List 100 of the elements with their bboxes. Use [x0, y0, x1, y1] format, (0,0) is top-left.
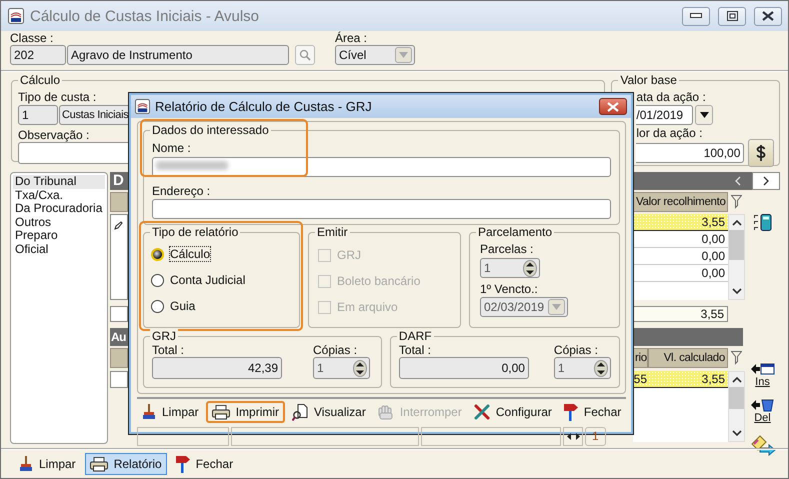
signpost-icon: [564, 404, 578, 420]
toolbar-button[interactable]: Limpar: [137, 401, 204, 423]
app-icon: [8, 8, 24, 24]
grid-title: D: [113, 172, 125, 190]
field-label: Classe :: [10, 32, 54, 44]
toolbar-button[interactable]: Relatório: [84, 453, 167, 475]
spin-arrows-icon: [353, 360, 367, 376]
category-item[interactable]: Da Procuradoria: [13, 202, 105, 216]
table-cell: 3,55: [633, 214, 728, 231]
redacted-name: [156, 161, 228, 170]
arrow-bin-icon: [750, 398, 774, 412]
due-date-dropdown[interactable]: 02/03/2019: [480, 297, 568, 317]
date-field[interactable]: /01/2019: [636, 105, 694, 125]
class-code-field[interactable]: 202: [10, 45, 66, 65]
field-label: lor da ação :: [636, 127, 702, 139]
field-label: ata da ação :: [636, 90, 706, 104]
toolbar-button[interactable]: Configurar: [468, 401, 557, 423]
grid-title: Au: [111, 329, 126, 346]
area-dropdown[interactable]: Cível: [335, 45, 415, 65]
cost-type-name-field[interactable]: Custas Iniciais: [59, 105, 130, 125]
cost-type-code-field[interactable]: 1: [18, 105, 58, 125]
hand-icon: [378, 404, 394, 420]
group-title: Parcelamento: [476, 225, 554, 239]
copies-spinner[interactable]: 1: [554, 357, 611, 379]
currency-button[interactable]: [748, 139, 774, 167]
radio-button[interactable]: [151, 300, 164, 312]
insert-button[interactable]: Ins: [750, 362, 774, 388]
page-arrows[interactable]: [563, 427, 583, 446]
window-title: Cálculo de Custas Iniciais - Avulso: [30, 8, 260, 24]
minimize-icon: [690, 13, 702, 19]
total-field[interactable]: 42,39: [152, 357, 282, 379]
field-label: Parcelas :: [480, 242, 534, 256]
filter-icon[interactable]: [731, 195, 742, 209]
signpost-icon: [176, 456, 190, 472]
tools-icon: [474, 404, 490, 420]
installments-spinner[interactable]: 1: [480, 258, 540, 278]
column-header[interactable]: Vl. calculado: [648, 348, 728, 368]
date-dropdown-button[interactable]: [695, 105, 714, 125]
field-label: Cópias :: [313, 344, 358, 356]
radio-label[interactable]: Guia: [170, 299, 196, 313]
value-field[interactable]: 100,00: [636, 143, 744, 163]
class-name-field[interactable]: Agravo de Instrumento: [67, 45, 289, 65]
export-icon[interactable]: [750, 434, 776, 456]
group-title: Dados do interessado: [150, 123, 271, 137]
scrollbar[interactable]: [728, 371, 745, 442]
toolbar-button[interactable]: Fechar: [558, 401, 626, 423]
group-title: GRJ: [150, 329, 178, 343]
brush-icon: [142, 404, 156, 420]
field-label: Área :: [335, 32, 368, 44]
column-header[interactable]: rio: [633, 348, 648, 368]
search-button[interactable]: [295, 45, 315, 65]
dialog-title: Relatório de Cálculo de Custas - GRJ: [155, 99, 373, 114]
restore-icon: [726, 11, 738, 21]
close-button[interactable]: [599, 98, 627, 115]
name-field[interactable]: [152, 157, 611, 177]
total-field: 3,55: [633, 306, 728, 322]
category-item[interactable]: Oficial: [13, 242, 105, 256]
address-field[interactable]: [152, 199, 611, 219]
group-title: Emitir: [315, 225, 350, 239]
app-icon: [135, 99, 150, 114]
table-cell: 55: [633, 371, 648, 388]
next-button[interactable]: [752, 172, 780, 190]
field-label: 1º Vencto.:: [480, 283, 538, 295]
category-item[interactable]: Do Tribunal: [13, 175, 105, 188]
group-title: Tipo de relatório: [150, 225, 240, 239]
field-label: Endereço :: [152, 185, 210, 197]
group-title: Cálculo: [18, 73, 62, 87]
group-title: Valor base: [618, 73, 679, 87]
search-icon: [299, 49, 311, 61]
radio-label[interactable]: Cálculo: [170, 247, 210, 261]
total-field[interactable]: 0,00: [398, 357, 529, 379]
scrollbar[interactable]: [728, 214, 745, 300]
radio-label[interactable]: Conta Judicial: [170, 273, 246, 287]
toolbar-button[interactable]: Fechar: [170, 453, 238, 475]
group-title: DARF: [396, 329, 434, 343]
observation-field[interactable]: [18, 142, 129, 164]
total-cell: [110, 306, 128, 322]
table-cell: 3,55: [648, 371, 728, 388]
field-label: Total :: [152, 344, 184, 356]
printer-icon: [212, 404, 230, 420]
spin-arrows-icon: [523, 260, 537, 276]
category-item[interactable]: Outros: [13, 216, 105, 229]
toolbar-button[interactable]: Limpar: [14, 453, 81, 475]
delete-button[interactable]: Del: [750, 398, 774, 424]
pencil-icon: [114, 221, 123, 230]
column-header[interactable]: Valor recolhimento: [633, 192, 728, 212]
copies-spinner[interactable]: 1: [313, 357, 370, 379]
toolbar-button[interactable]: Imprimir: [206, 401, 286, 423]
toolbar-button[interactable]: Visualizar: [287, 401, 371, 423]
minimize-button[interactable]: [682, 6, 710, 26]
field-label: Total :: [398, 344, 431, 356]
calculator-icon[interactable]: [754, 214, 772, 232]
field-label: Nome :: [152, 141, 191, 155]
filter-icon[interactable]: [731, 351, 742, 365]
category-item[interactable]: Preparo: [13, 229, 105, 242]
close-button[interactable]: [754, 6, 782, 26]
radio-button[interactable]: [151, 274, 164, 286]
document-magnifier-icon: [292, 404, 308, 420]
category-item[interactable]: Txa/Cxa.: [13, 188, 105, 202]
maximize-button[interactable]: [718, 6, 746, 26]
